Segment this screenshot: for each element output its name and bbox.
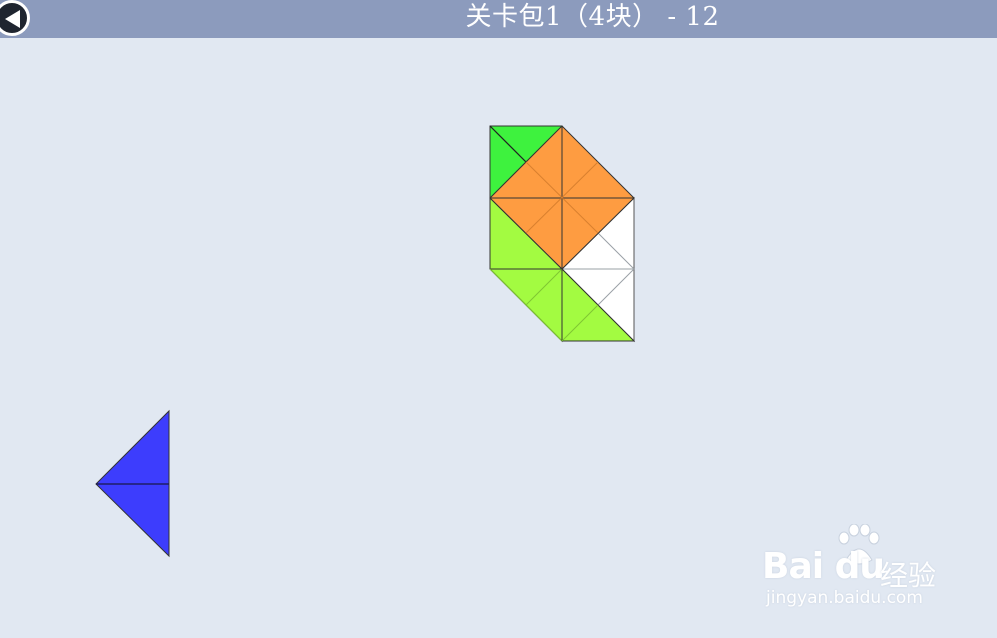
baidu-watermark: Bai du 经验 jingyan.baidu.com [762,524,962,620]
puzzle-target [489,125,636,343]
level-title: 关卡包1（4块） - 12 [465,2,720,32]
watermark-url: jingyan.baidu.com [766,588,923,608]
header-bar: 关卡包1（4块） - 12 [0,0,997,38]
watermark-brand: Bai du [762,546,885,587]
piece-blue[interactable] [95,409,170,558]
